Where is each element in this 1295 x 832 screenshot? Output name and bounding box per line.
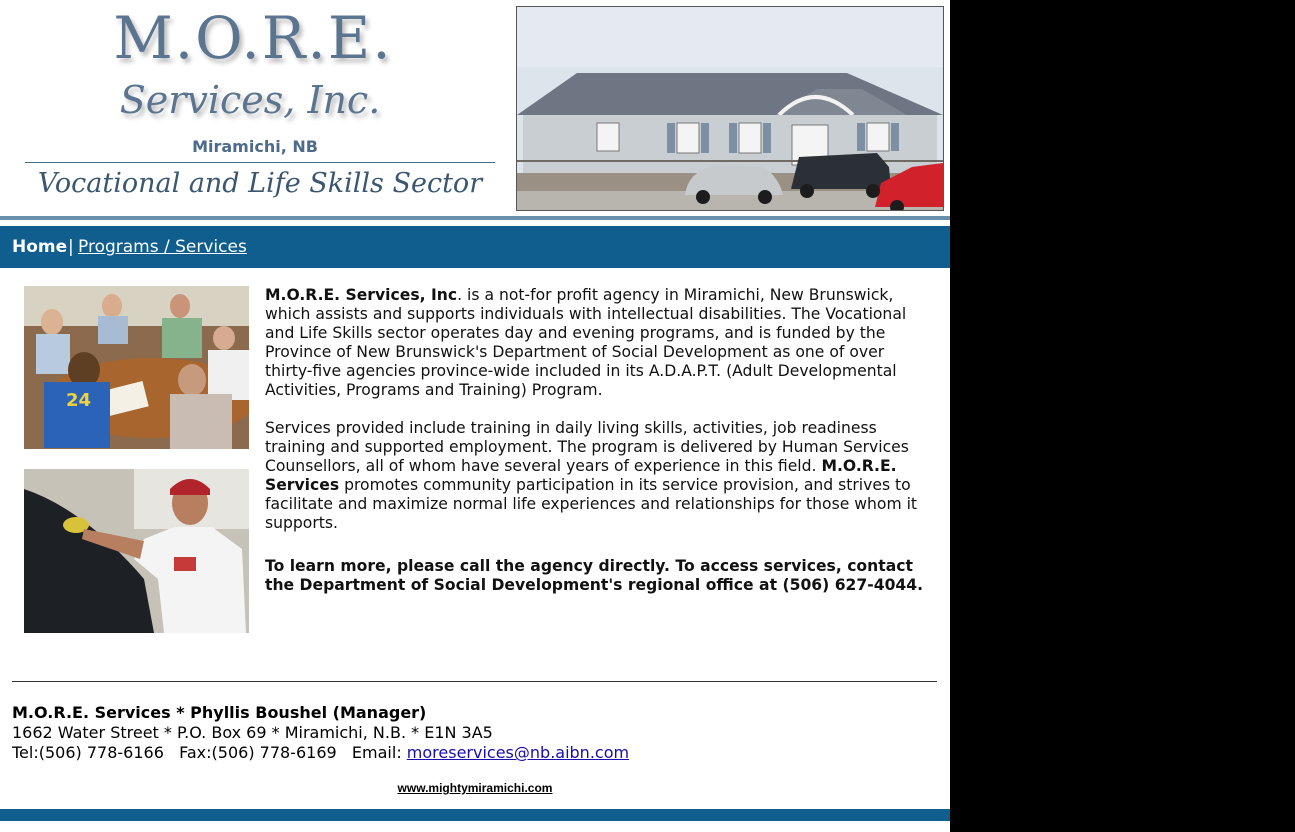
- services-paragraph: Services provided include training in da…: [265, 419, 933, 533]
- site-link[interactable]: www.mightymiramichi.com: [0, 781, 950, 795]
- logo-sector: Vocational and Life Skills Sector: [37, 168, 483, 199]
- nav-bar: Home | Programs / Services: [0, 226, 950, 268]
- main-content: M.O.R.E. Services, Inc. is a not-for pro…: [265, 286, 933, 595]
- footer-contact-line: Tel:(506) 778-6166 Fax:(506) 778-6169 Em…: [12, 743, 629, 763]
- worker-photo: [24, 469, 249, 633]
- footer-name-line: M.O.R.E. Services * Phyllis Boushel (Man…: [12, 703, 427, 722]
- services-text: Services provided include training in da…: [265, 419, 909, 475]
- svg-text:24: 24: [66, 390, 91, 411]
- footer-bar: [0, 809, 950, 821]
- group-activity-photo: 24: [24, 286, 249, 449]
- contact-paragraph: To learn more, please call the agency di…: [265, 557, 924, 594]
- logo-subtitle: Services, Inc.: [119, 78, 381, 122]
- building-photo: [516, 6, 944, 211]
- footer-contact: M.O.R.E. Services * Phyllis Boushel (Man…: [12, 703, 629, 763]
- nav-home-link[interactable]: Home: [12, 237, 67, 257]
- logo-title: M.O.R.E.: [113, 4, 393, 72]
- header-divider: [0, 216, 950, 220]
- page: M.O.R.E. Services, Inc. Miramichi, NB Vo…: [0, 0, 950, 832]
- footer-phone-fax: Tel:(506) 778-6166 Fax:(506) 778-6169 Em…: [12, 743, 407, 762]
- services-text-2: promotes community participation in its …: [265, 476, 918, 532]
- site-logo[interactable]: M.O.R.E. Services, Inc. Miramichi, NB Vo…: [0, 0, 510, 214]
- intro-paragraph: M.O.R.E. Services, Inc. is a not-for pro…: [265, 286, 933, 400]
- logo-city: Miramichi, NB: [192, 137, 318, 156]
- footer-divider: [12, 681, 937, 682]
- nav-separator: |: [68, 237, 74, 257]
- footer-address-line: 1662 Water Street * P.O. Box 69 * Mirami…: [12, 723, 493, 742]
- logo-divider: [25, 162, 495, 163]
- email-link[interactable]: moreservices@nb.aibn.com: [407, 743, 629, 762]
- nav-programs-link[interactable]: Programs / Services: [78, 237, 247, 257]
- intro-lead: M.O.R.E. Services, Inc: [265, 286, 458, 304]
